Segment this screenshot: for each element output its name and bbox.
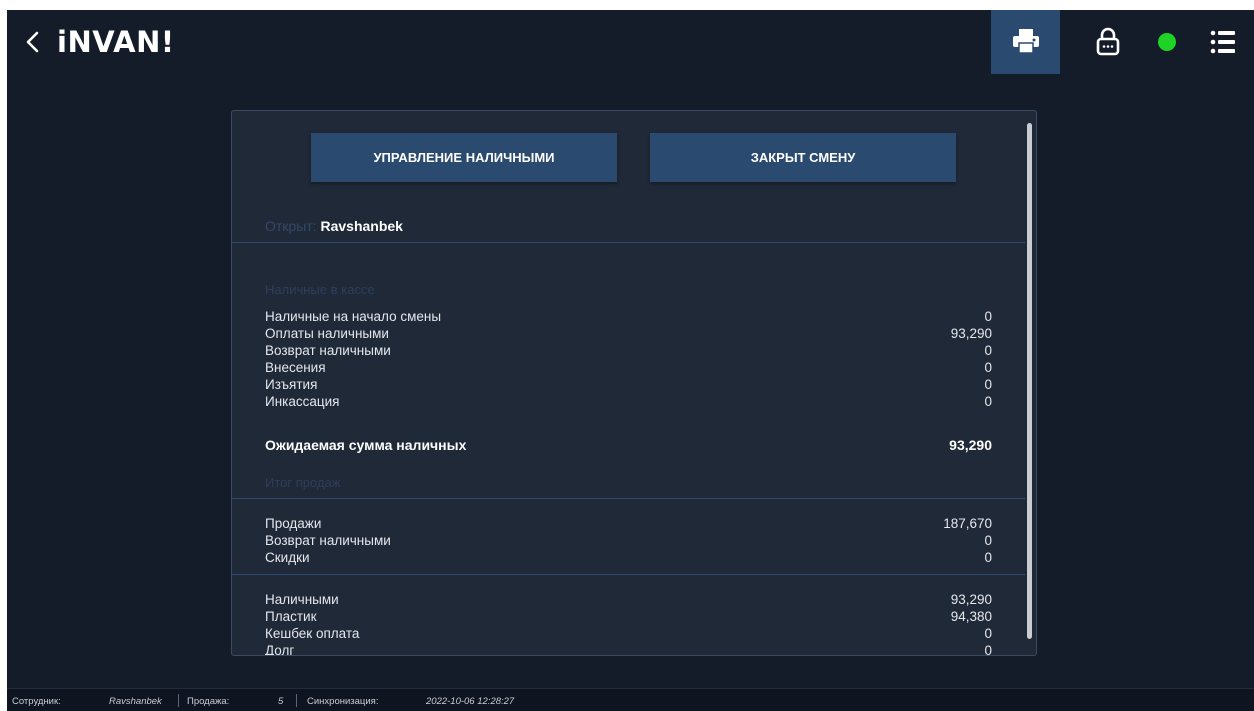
divider	[232, 498, 1025, 499]
payment-row: Кешбек оплата 0	[265, 626, 992, 641]
close-shift-button[interactable]: ЗАКРЫТ СМЕНУ	[650, 133, 956, 182]
sync-label: Синхронизация:	[307, 696, 379, 707]
app-logo: iNVAN!	[57, 25, 175, 59]
sales-row: Возврат наличными 0	[265, 533, 992, 548]
cash-row: Возврат наличными 0	[265, 343, 992, 358]
sale-label: Продажа:	[187, 696, 230, 707]
expected-cash-label: Ожидаемая сумма наличных	[265, 437, 467, 453]
separator	[296, 694, 297, 707]
lock-button[interactable]	[1093, 26, 1123, 58]
printer-icon	[1013, 29, 1039, 54]
app-window: iNVAN! УПРАВЛЕНИЕ НАЛИЧНЫМИ ЗАКРЫТ СМЕНУ…	[7, 10, 1254, 711]
cash-section-title: Наличные в кассе	[265, 282, 375, 297]
list-icon	[1210, 30, 1235, 54]
opened-user: Ravshanbek	[320, 218, 403, 234]
scrollbar[interactable]	[1027, 123, 1032, 639]
cash-row: Оплаты наличными 93,290	[265, 326, 992, 341]
payment-row: Пластик 94,380	[265, 609, 992, 624]
employee-label: Сотрудник:	[12, 696, 61, 707]
sale-value: 5	[278, 696, 284, 707]
sales-row: Продажи 187,670	[265, 516, 992, 531]
payment-row: Долг 0	[265, 643, 992, 656]
separator	[178, 694, 179, 707]
shift-opened-by: Открыт: Ravshanbek	[265, 218, 403, 234]
expected-cash-row: Ожидаемая сумма наличных 93,290	[265, 437, 992, 454]
top-bar: iNVAN!	[7, 10, 1254, 74]
payment-rows: Наличными 93,290 Пластик 94,380 Кешбек опл…	[265, 591, 992, 656]
lock-icon	[1096, 27, 1120, 56]
cash-row: Изъятия 0	[265, 377, 992, 392]
connection-status-indicator	[1158, 33, 1176, 51]
cash-row: Внесения 0	[265, 360, 992, 375]
print-button[interactable]	[991, 10, 1060, 74]
status-bar: Сотрудник: Ravshanbek Продажа: 5 Синхрон…	[7, 688, 1254, 711]
sync-value: 2022-10-06 12:28:27	[426, 696, 515, 707]
divider	[232, 242, 1025, 243]
sales-row: Скидки 0	[265, 550, 992, 565]
chevron-left-icon	[26, 31, 39, 53]
payment-row: Наличными 93,290	[265, 592, 992, 607]
cash-rows: Наличные на начало смены 0 Оплаты наличны…	[265, 308, 992, 410]
cash-management-button[interactable]: УПРАВЛЕНИЕ НАЛИЧНЫМИ	[311, 133, 617, 182]
cash-row: Инкассация 0	[265, 394, 992, 409]
shift-report-panel: УПРАВЛЕНИЕ НАЛИЧНЫМИ ЗАКРЫТ СМЕНУ Открыт…	[231, 110, 1037, 656]
employee-value: Ravshanbek	[109, 696, 162, 707]
menu-button[interactable]	[1204, 26, 1240, 58]
opened-label: Открыт:	[265, 218, 317, 234]
divider	[232, 574, 1025, 575]
sales-rows: Продажи 187,670 Возврат наличными 0 Скидки…	[265, 515, 992, 566]
sales-section-title: Итог продаж	[265, 475, 341, 490]
back-button[interactable]	[21, 28, 45, 56]
cash-row: Наличные на начало смены 0	[265, 309, 992, 324]
expected-cash-value: 93,290	[949, 437, 992, 453]
